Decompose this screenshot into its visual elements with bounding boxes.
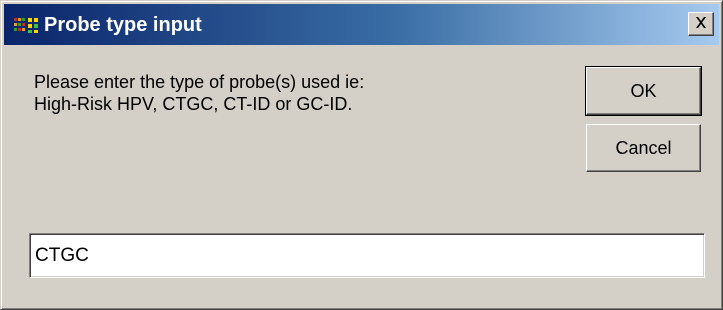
cancel-button[interactable]: Cancel (586, 124, 701, 172)
close-button[interactable] (688, 12, 714, 36)
window-title: Probe type input (44, 14, 202, 36)
dialog-window: Probe type input Please enter the type o… (0, 0, 723, 310)
prompt-line-2: High-Risk HPV, CTGC, CT-ID or GC-ID. (34, 94, 353, 114)
prompt-text: Please enter the type of probe(s) used i… (34, 71, 514, 115)
prompt-line-1: Please enter the type of probe(s) used i… (34, 72, 365, 92)
probe-type-input[interactable] (29, 233, 705, 278)
app-icon (14, 17, 46, 33)
close-icon (695, 15, 707, 33)
ok-button[interactable]: OK (585, 66, 702, 116)
title-bar[interactable]: Probe type input (4, 4, 719, 45)
